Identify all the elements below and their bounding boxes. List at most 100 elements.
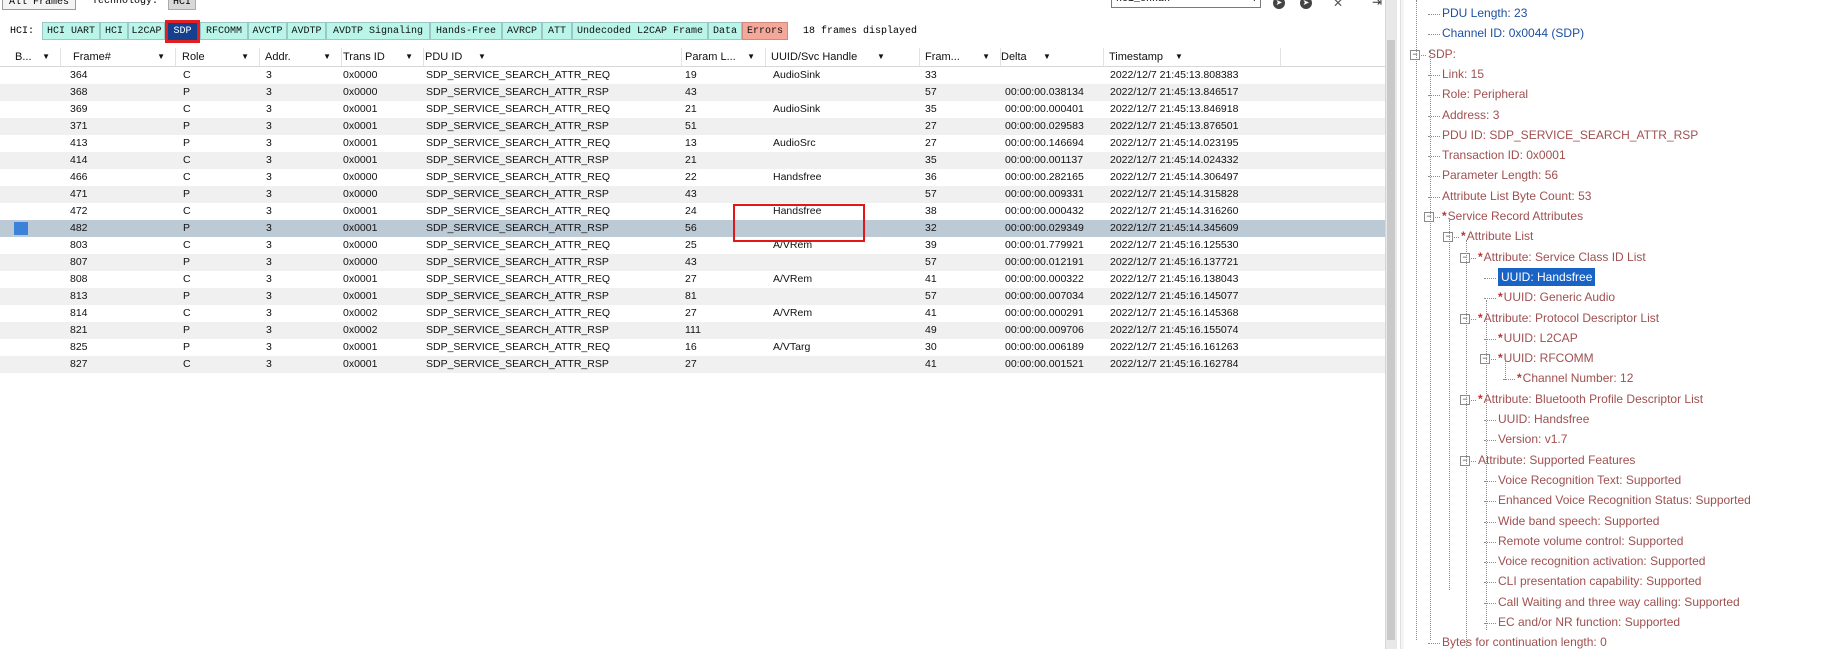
collapse-icon[interactable]: − [1410,49,1420,60]
export-icon[interactable]: ⇥ [1372,0,1382,8]
find-prev-icon[interactable]: ➤ [1300,0,1312,9]
collapse-icon[interactable]: − [1460,455,1470,466]
table-row[interactable]: 413 P 3 0x0001 SDP_SERVICE_SEARCH_ATTR_REQ 13… [0,135,1385,152]
tree-node[interactable]: EC and/or NR function: Supported [1498,613,1680,631]
cell-role: C [183,103,191,115]
col-frame-size[interactable]: Fram... ▼ [922,48,1001,66]
col-param-len[interactable]: Param L... ▼ [682,48,766,66]
tree-node[interactable]: CLI presentation capability: Supported [1498,572,1701,590]
chip-data[interactable]: Data [708,22,742,40]
table-row[interactable]: 368 P 3 0x0000 SDP_SERVICE_SEARCH_ATTR_RSP 43… [0,84,1385,101]
close-icon[interactable]: ✕ [1333,0,1343,9]
tree-node[interactable]: Version: v1.7 [1498,430,1567,448]
tree-node[interactable]: Voice recognition activation: Supported [1498,552,1705,570]
collapse-icon[interactable]: − [1443,232,1453,243]
find-next-icon[interactable]: ➤ [1273,0,1285,9]
chip-hands-free[interactable]: Hands-Free [430,22,502,40]
tree-node[interactable]: *Attribute: Bluetooth Profile Descriptor… [1478,390,1703,408]
selected-row-marker [14,222,28,235]
tree-node[interactable]: PDU Length: 23 [1442,4,1527,22]
tree-node[interactable]: UUID: Handsfree [1498,267,1596,286]
tree-node[interactable]: Link: 15 [1442,65,1484,83]
tree-node[interactable]: *Attribute: Protocol Descriptor List [1478,309,1659,327]
cell-timestamp: 2022/12/7 21:45:16.145368 [1110,307,1239,319]
chip-hci-uart[interactable]: HCI UART [42,22,100,40]
chip-errors[interactable]: Errors [742,22,788,40]
table-row[interactable]: 369 C 3 0x0001 SDP_SERVICE_SEARCH_ATTR_REQ 21… [0,101,1385,118]
col-addr[interactable]: Addr. ▼ [262,48,342,66]
chip-sdp[interactable]: SDP [165,20,200,43]
tree-node[interactable]: Wide band speech: Supported [1498,512,1659,530]
tree-node[interactable]: Attribute List Byte Count: 53 [1442,187,1591,205]
chip-avdtp[interactable]: AVDTP [287,22,326,40]
tree-node[interactable]: Call Waiting and three way calling: Supp… [1498,593,1740,611]
table-row[interactable]: 471 P 3 0x0000 SDP_SERVICE_SEARCH_ATTR_RSP 43… [0,186,1385,203]
tree-node[interactable]: UUID: Handsfree [1498,410,1589,428]
tree-node[interactable]: *Channel Number: 12 [1517,369,1633,387]
all-frames-tab[interactable]: All Frames [2,0,77,10]
table-scrollbar[interactable] [1385,0,1397,649]
tree-node[interactable]: Parameter Length: 56 [1442,166,1558,184]
tree-node[interactable]: PDU ID: SDP_SERVICE_SEARCH_ATTR_RSP [1442,126,1698,144]
col-bookmark[interactable]: B... ▼ [12,48,61,66]
table-row[interactable]: 472 C 3 0x0001 SDP_SERVICE_SEARCH_ATTR_REQ 24… [0,203,1385,220]
collapse-icon[interactable]: − [1480,354,1490,365]
chip-avctp[interactable]: AVCTP [248,22,287,40]
tree-node[interactable]: Remote volume control: Supported [1498,532,1683,550]
col-frame[interactable]: Frame# ▼ [70,48,176,66]
table-row[interactable]: 813 P 3 0x0001 SDP_SERVICE_SEARCH_ATTR_RSP 81… [0,288,1385,305]
table-row[interactable]: 803 C 3 0x0000 SDP_SERVICE_SEARCH_ATTR_REQ 25… [0,237,1385,254]
chip-l2cap[interactable]: L2CAP [128,22,165,40]
tree-node[interactable]: Voice Recognition Text: Supported [1498,471,1681,489]
tree-node[interactable]: *UUID: Generic Audio [1498,288,1615,306]
table-row[interactable]: 814 C 3 0x0002 SDP_SERVICE_SEARCH_ATTR_REQ 27… [0,305,1385,322]
collapse-icon[interactable]: − [1460,313,1470,324]
chip-hci[interactable]: HCI [100,22,128,40]
table-row[interactable]: 821 P 3 0x0002 SDP_SERVICE_SEARCH_ATTR_RSP 11… [0,322,1385,339]
col-trans-id[interactable]: Trans ID ▼ [340,48,424,66]
tree-node[interactable]: Enhanced Voice Recognition Status: Suppo… [1498,491,1751,509]
tree-guide-line [1466,240,1467,649]
scrollbar-thumb[interactable] [1387,40,1395,640]
tree-node-label: Service Record Attributes [1447,209,1584,223]
tree-node[interactable]: *Service Record Attributes [1442,207,1583,225]
col-timestamp[interactable]: Timestamp ▼ [1106,48,1281,66]
col-uuid[interactable]: UUID/Svc Handle ▼ [768,48,920,66]
tree-node[interactable]: *UUID: RFCOMM [1498,349,1594,367]
tree-node[interactable]: *Attribute: Service Class ID List [1478,248,1646,266]
tree-node[interactable]: SDP: [1428,45,1456,63]
table-row[interactable]: 466 C 3 0x0000 SDP_SERVICE_SEARCH_ATTR_REQ 22… [0,169,1385,186]
collapse-icon[interactable]: − [1460,394,1470,405]
chip-undecoded-l2cap[interactable]: Undecoded L2CAP Frame [572,22,708,40]
tree-node[interactable]: Channel ID: 0x0044 (SDP) [1442,24,1584,42]
table-row[interactable]: 807 P 3 0x0000 SDP_SERVICE_SEARCH_ATTR_RSP 43… [0,254,1385,271]
chevron-down-icon[interactable]: ▾ [1252,0,1257,5]
chip-rfcomm[interactable]: RFCOMM [200,22,248,40]
collapse-icon[interactable]: − [1424,212,1434,222]
tree-node[interactable]: Role: Peripheral [1442,85,1528,103]
tree-node[interactable]: Attribute: Supported Features [1478,451,1635,469]
cell-timestamp: 2022/12/7 21:45:13.808383 [1110,69,1239,81]
tree-node[interactable]: Transaction ID: 0x0001 [1442,146,1566,164]
table-row[interactable]: 827 C 3 0x0001 SDP_SERVICE_SEARCH_ATTR_RSP 27… [0,356,1385,373]
chip-avrcp[interactable]: AVRCP [502,22,542,40]
table-row[interactable]: 371 P 3 0x0001 SDP_SERVICE_SEARCH_ATTR_RSP 51… [0,118,1385,135]
cell-frame: 825 [70,341,88,353]
table-row[interactable]: 808 C 3 0x0001 SDP_SERVICE_SEARCH_ATTR_REQ 27… [0,271,1385,288]
collapse-icon[interactable]: − [1460,252,1470,263]
tree-node[interactable]: Address: 3 [1442,106,1499,124]
search-combobox[interactable]: hci_ennan ▾ [1111,0,1261,8]
col-delta[interactable]: Delta ▼ [998,48,1104,66]
cell-pdu-id: SDP_SERVICE_SEARCH_ATTR_RSP [426,120,609,132]
technology-value[interactable]: HCI [168,0,197,10]
chip-att[interactable]: ATT [542,22,572,40]
table-row[interactable]: 414 C 3 0x0001 SDP_SERVICE_SEARCH_ATTR_RSP 21… [0,152,1385,169]
table-row[interactable]: 364 C 3 0x0000 SDP_SERVICE_SEARCH_ATTR_REQ 19… [0,67,1385,84]
tree-node[interactable]: *Attribute List [1461,227,1533,245]
col-pdu-id[interactable]: PDU ID ▼ [422,48,682,66]
table-row[interactable]: 482 P 3 0x0001 SDP_SERVICE_SEARCH_ATTR_RSP 56… [0,220,1385,237]
table-row[interactable]: 825 P 3 0x0001 SDP_SERVICE_SEARCH_ATTR_REQ 16… [0,339,1385,356]
tree-node[interactable]: *UUID: L2CAP [1498,329,1578,347]
chip-avdtp-signaling[interactable]: AVDTP Signaling [326,22,430,40]
col-role[interactable]: Role ▼ [179,48,260,66]
